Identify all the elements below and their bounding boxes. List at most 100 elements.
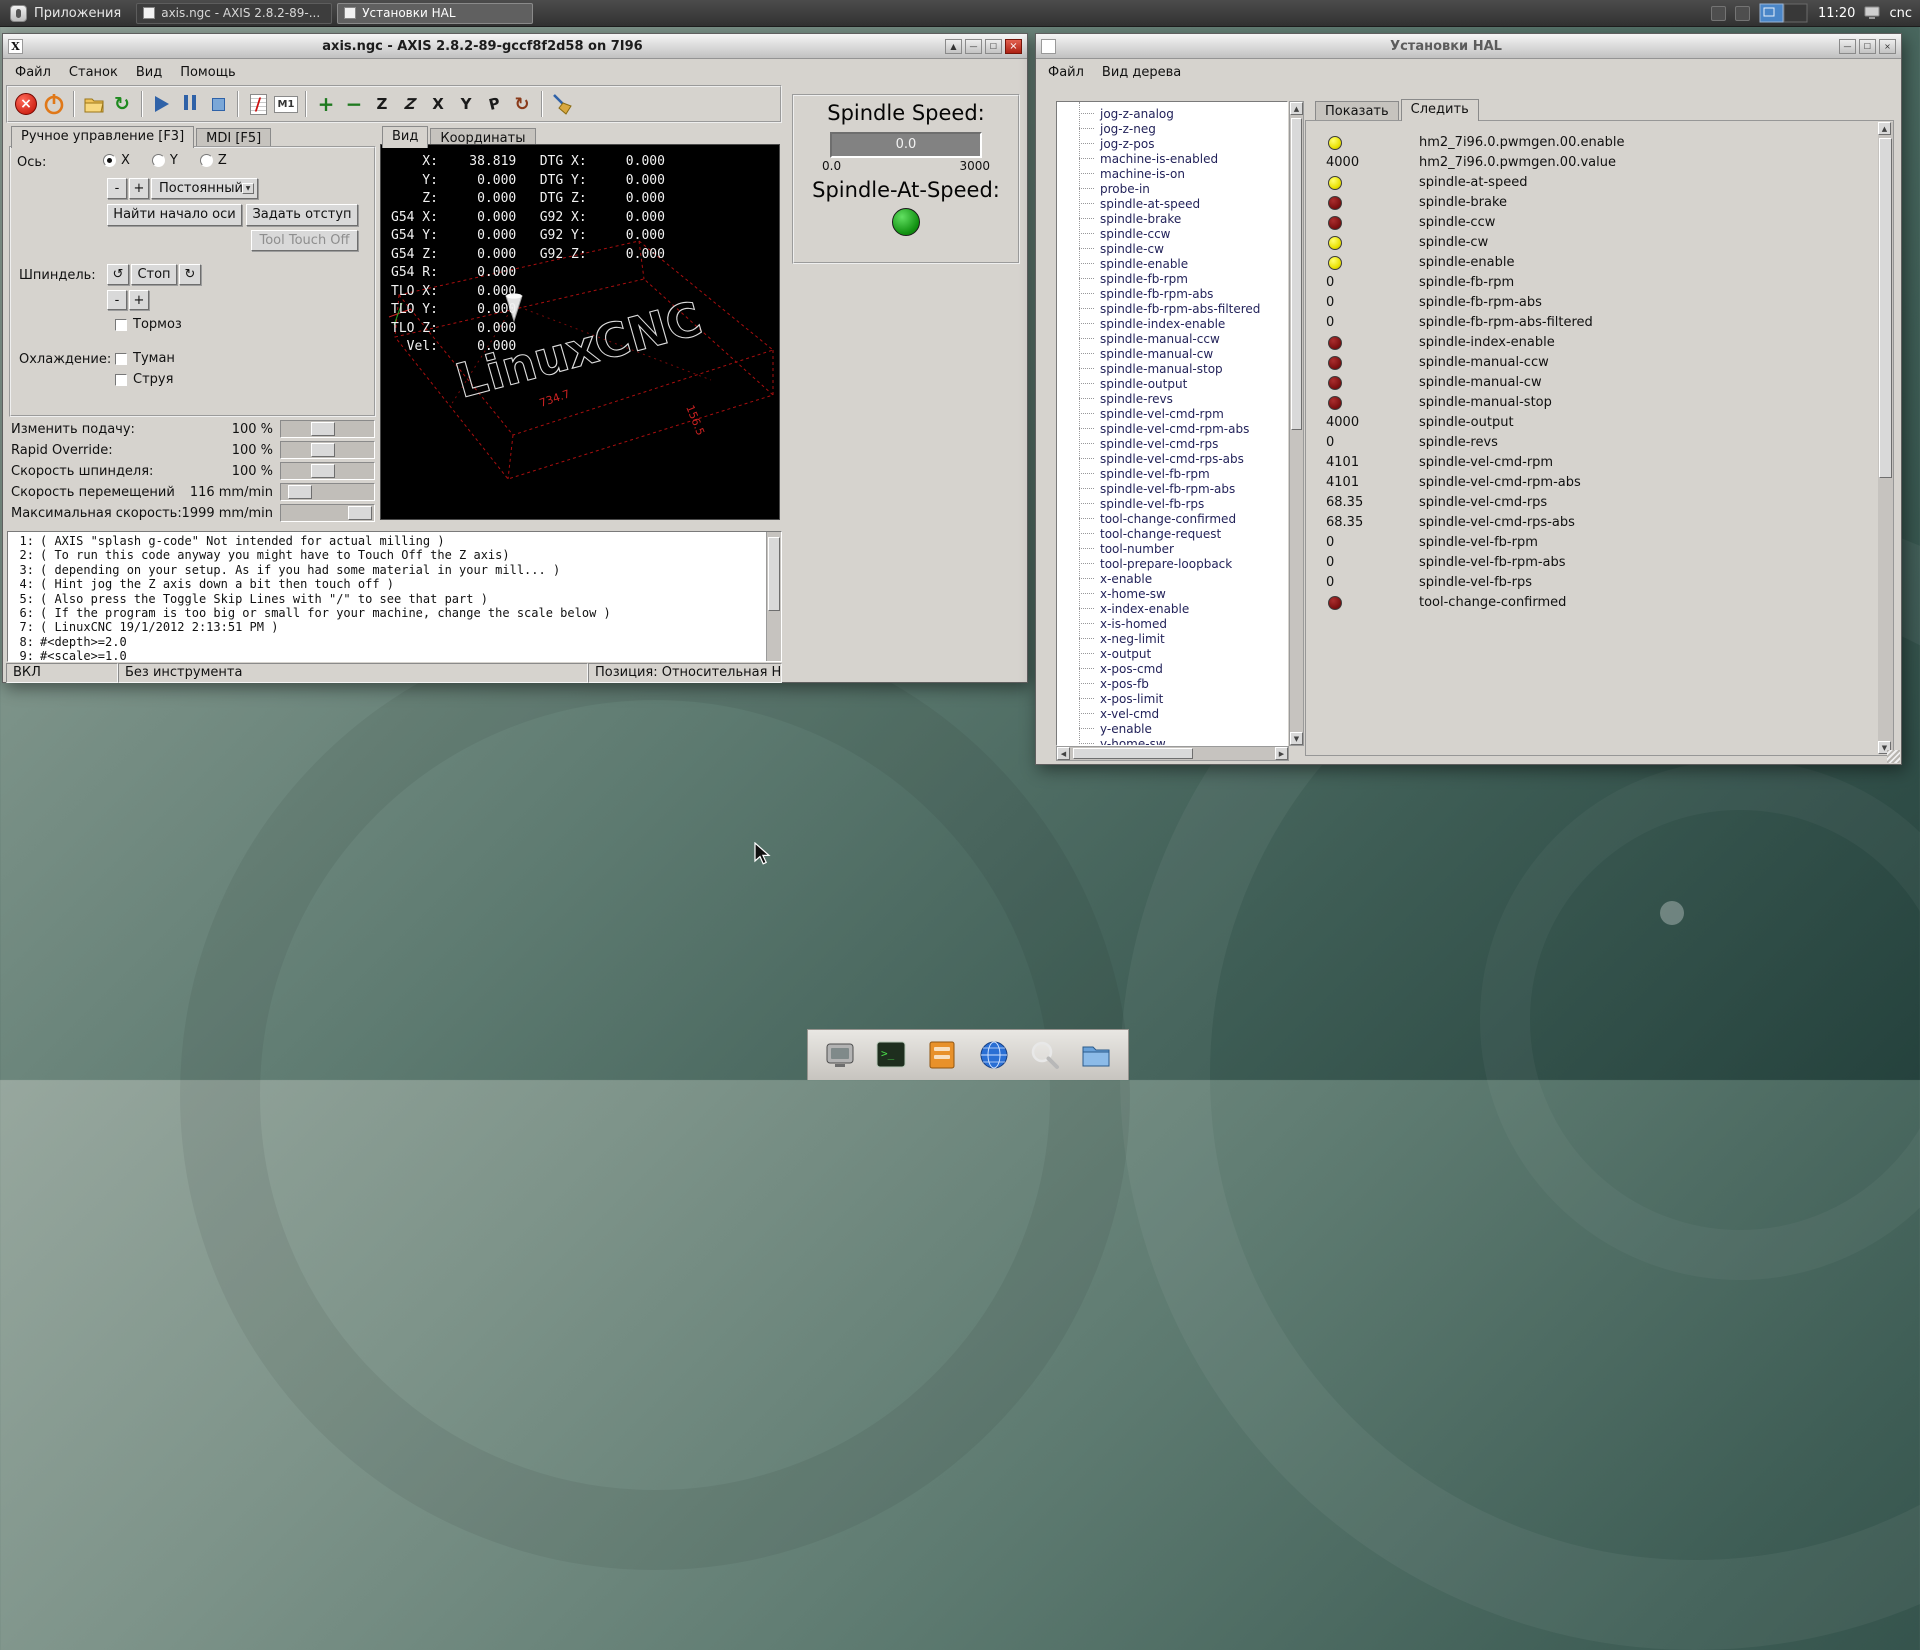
watch-row[interactable]: spindle-enable <box>1306 253 1875 273</box>
tree-item[interactable]: tool-change-confirmed <box>1057 511 1287 526</box>
close-button[interactable]: × <box>1005 39 1022 54</box>
machine-power-button[interactable] <box>40 90 68 118</box>
watch-row[interactable]: 0 spindle-vel-fb-rps <box>1306 573 1875 593</box>
jog-minus-button[interactable]: - <box>107 178 127 199</box>
taskbar-task[interactable]: Установки HAL <box>337 3 533 24</box>
slider-thumb[interactable] <box>348 506 372 520</box>
watch-row[interactable]: 4000 hm2_7i96.0.pwmgen.00.value <box>1306 153 1875 173</box>
run-program-button[interactable] <box>148 90 176 118</box>
gcode-line[interactable]: 3:( depending on your setup. As if you h… <box>12 563 763 577</box>
tree-item[interactable]: spindle-manual-stop <box>1057 361 1287 376</box>
tab[interactable]: Следить <box>1401 99 1479 121</box>
slider-track[interactable] <box>280 441 375 459</box>
toggle-skip-lines-button[interactable]: / <box>244 90 272 118</box>
scrollbar-thumb[interactable] <box>768 537 780 611</box>
watch-row[interactable]: 0 spindle-vel-fb-rpm-abs <box>1306 553 1875 573</box>
pause-program-button[interactable] <box>176 90 204 118</box>
gcode-line[interactable]: 9:#<scale>=1.0 <box>12 649 763 662</box>
shade-button[interactable]: ▲ <box>945 39 962 54</box>
slider-thumb[interactable] <box>311 422 335 436</box>
axis-titlebar[interactable]: X axis.ngc - AXIS 2.8.2-89-gccf8f2d58 on… <box>3 34 1027 59</box>
view-z-button[interactable]: Z <box>368 90 396 118</box>
tree-item[interactable]: spindle-at-speed <box>1057 196 1287 211</box>
applications-menu-button[interactable]: Приложения <box>0 0 131 26</box>
tree-item[interactable]: jog-z-neg <box>1057 121 1287 136</box>
tree-horizontal-scrollbar[interactable]: ◀ ▶ <box>1056 746 1289 761</box>
gcode-line[interactable]: 4:( Hint jog the Z axis down a bit then … <box>12 577 763 591</box>
scrollbar-thumb[interactable] <box>1291 118 1302 430</box>
axis-radio[interactable]: Z <box>200 153 227 168</box>
open-file-button[interactable] <box>80 90 108 118</box>
tree-item[interactable]: spindle-vel-cmd-rpm <box>1057 406 1287 421</box>
text-editor-icon[interactable] <box>922 1035 962 1075</box>
tree-item[interactable]: spindle-vel-cmd-rps-abs <box>1057 451 1287 466</box>
workspace-switcher[interactable] <box>1759 3 1809 23</box>
tree-item[interactable]: spindle-vel-fb-rps <box>1057 496 1287 511</box>
tree-item[interactable]: x-pos-fb <box>1057 676 1287 691</box>
scroll-down-icon[interactable]: ▼ <box>1290 732 1303 745</box>
tree-item[interactable]: spindle-fb-rpm <box>1057 271 1287 286</box>
scroll-right-icon[interactable]: ▶ <box>1275 747 1288 760</box>
resize-grip[interactable] <box>1887 750 1900 763</box>
watch-row[interactable]: tool-change-confirmed <box>1306 593 1875 613</box>
tree-item[interactable]: spindle-cw <box>1057 241 1287 256</box>
watch-row[interactable]: 0 spindle-revs <box>1306 433 1875 453</box>
terminal-icon[interactable]: >_ <box>871 1035 911 1075</box>
tab[interactable]: Показать <box>1315 101 1399 121</box>
file-manager-icon[interactable] <box>1076 1035 1116 1075</box>
slider-track[interactable] <box>280 420 375 438</box>
minimize-button[interactable]: — <box>1839 39 1856 54</box>
maximize-button[interactable]: ☐ <box>1859 39 1876 54</box>
gcode-line[interactable]: 1:( AXIS "splash g-code" Not intended fo… <box>12 534 763 548</box>
tree-item[interactable]: tool-prepare-loopback <box>1057 556 1287 571</box>
tree-item[interactable]: y-home-sw <box>1057 736 1287 746</box>
taskbar-task[interactable]: axis.ngc - AXIS 2.8.2-89-... <box>136 3 332 24</box>
watch-row[interactable]: 0 spindle-fb-rpm-abs <box>1306 293 1875 313</box>
hal-titlebar[interactable]: Установки HAL — ☐ × <box>1036 34 1901 59</box>
tree-item[interactable]: spindle-output <box>1057 376 1287 391</box>
gcode-scrollbar[interactable] <box>766 532 781 661</box>
clock[interactable]: 11:20 <box>1818 6 1855 21</box>
tray-icon[interactable] <box>1711 6 1726 21</box>
view-perspective-button[interactable]: P <box>480 90 508 118</box>
tree-item[interactable]: x-neg-limit <box>1057 631 1287 646</box>
tree-item[interactable]: tool-change-request <box>1057 526 1287 541</box>
spindle-ccw-button[interactable]: ↺ <box>107 264 129 285</box>
app-finder-icon[interactable] <box>1025 1035 1065 1075</box>
estop-button[interactable]: × <box>12 90 40 118</box>
spindle-slower-button[interactable]: - <box>107 290 127 310</box>
brake-checkbox[interactable]: Тормоз <box>115 317 182 332</box>
tree-item[interactable]: y-enable <box>1057 721 1287 736</box>
watch-row[interactable]: 0 spindle-fb-rpm <box>1306 273 1875 293</box>
tree-item[interactable]: x-enable <box>1057 571 1287 586</box>
gcode-line[interactable]: 2:( To run this code anyway you might ha… <box>12 548 763 562</box>
reload-file-button[interactable]: ↻ <box>108 90 136 118</box>
watch-row[interactable]: spindle-brake <box>1306 193 1875 213</box>
watch-vertical-scrollbar[interactable]: ▲ ▼ <box>1878 122 1893 754</box>
watch-row[interactable]: spindle-at-speed <box>1306 173 1875 193</box>
tree-item[interactable]: spindle-revs <box>1057 391 1287 406</box>
scrollbar-thumb[interactable] <box>1073 748 1193 759</box>
scroll-up-icon[interactable]: ▲ <box>1878 122 1891 135</box>
tree-item[interactable]: x-index-enable <box>1057 601 1287 616</box>
tray-icon[interactable] <box>1735 6 1750 21</box>
flood-checkbox[interactable]: Струя <box>115 372 173 387</box>
tree-item[interactable]: x-is-homed <box>1057 616 1287 631</box>
tree-item[interactable]: spindle-vel-fb-rpm <box>1057 466 1287 481</box>
home-axis-button[interactable]: Найти начало оси <box>107 204 242 226</box>
spindle-stop-button[interactable]: Стоп <box>131 264 177 285</box>
axis-radio[interactable]: X <box>103 153 130 168</box>
gcode-line[interactable]: 5:( Also press the Toggle Skip Lines wit… <box>12 592 763 606</box>
tree-item[interactable]: x-pos-limit <box>1057 691 1287 706</box>
tree-item[interactable]: spindle-manual-ccw <box>1057 331 1287 346</box>
spindle-cw-button[interactable]: ↻ <box>179 264 201 285</box>
tree-item[interactable]: x-vel-cmd <box>1057 706 1287 721</box>
tree-item[interactable]: spindle-vel-cmd-rpm-abs <box>1057 421 1287 436</box>
jog-mode-dropdown[interactable]: Постоянный ▼ <box>151 178 258 199</box>
slider-thumb[interactable] <box>311 443 335 457</box>
tree-item[interactable]: x-home-sw <box>1057 586 1287 601</box>
tree-item[interactable]: x-output <box>1057 646 1287 661</box>
watch-row[interactable]: 4000 spindle-output <box>1306 413 1875 433</box>
tree-item[interactable]: tool-number <box>1057 541 1287 556</box>
tree-item[interactable]: spindle-manual-cw <box>1057 346 1287 361</box>
